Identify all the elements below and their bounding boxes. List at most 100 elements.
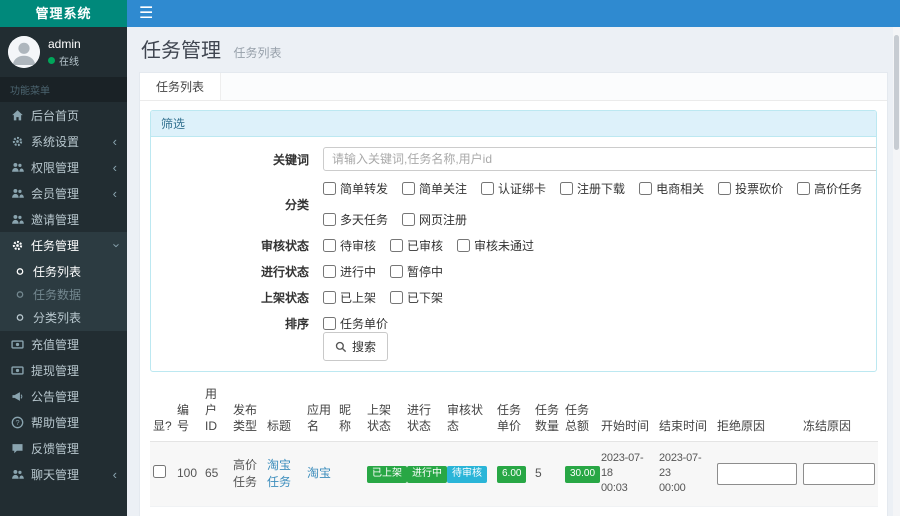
hamburger-menu-icon[interactable]: ☰ (127, 5, 165, 22)
scrollbar-thumb[interactable] (894, 35, 899, 150)
user-panel: admin 在线 (0, 27, 127, 77)
filter-option[interactable]: 已上架 (323, 289, 376, 306)
sidebar-item[interactable]: 邀请管理 (0, 206, 127, 232)
filter-option-checkbox[interactable] (390, 239, 404, 252)
total-amount-badge: 30.00 (565, 466, 601, 483)
filter-option-checkbox[interactable] (639, 182, 653, 195)
filter-option-checkbox[interactable] (390, 265, 404, 278)
circle-o-icon (14, 265, 26, 278)
sidebar-item[interactable]: 公告管理 (0, 383, 127, 409)
search-row: 搜索 (161, 332, 866, 361)
filter-option-checkbox[interactable] (390, 291, 404, 304)
svg-text:?: ? (15, 418, 19, 427)
tab-bar: 任务列表 (140, 73, 887, 101)
filter-option[interactable]: 认证绑卡 (481, 180, 546, 197)
sidebar-item[interactable]: 反馈管理 (0, 435, 127, 461)
filter-option[interactable]: 任务单价 (323, 315, 388, 332)
filter-option[interactable]: 已下架 (390, 289, 443, 306)
cell-publish-type: 多天任务 (230, 505, 264, 516)
sidebar-subitem[interactable]: 任务列表 (0, 260, 127, 283)
filter-option[interactable]: 电商相关 (639, 180, 704, 197)
filter-option-checkbox[interactable] (560, 182, 574, 195)
sidebar-item[interactable]: 后台首页 (0, 102, 127, 128)
chevron-down-icon: ‹ (107, 242, 123, 248)
filter-option[interactable]: 注册下载 (560, 180, 625, 197)
column-header: 上架状态 (364, 382, 404, 442)
filter-option-checkbox[interactable] (323, 317, 336, 330)
search-button[interactable]: 搜索 (323, 332, 389, 361)
filter-row: 上架状态 已上架 已下架 (161, 289, 866, 306)
app-window: 管理系统 admin 在线 功能菜单 后台首页 系统设置 ‹ 权限管理 ‹ 会员管理 ‹ 邀请… (0, 0, 900, 516)
freeze-reason-input[interactable] (803, 462, 875, 485)
filter-option-label: 注册下载 (577, 182, 626, 196)
sidebar-item-label: 系统设置 (31, 134, 80, 149)
filter-option[interactable]: 高价任务 (797, 180, 862, 197)
filter-option-checkbox[interactable] (797, 182, 811, 195)
app-name-link[interactable]: 淘宝 (307, 466, 331, 480)
filter-option[interactable]: 简单转发 (323, 180, 388, 197)
filter-option-checkbox[interactable] (718, 182, 732, 195)
filter-option[interactable]: 审核未通过 (457, 237, 534, 254)
filter-option-checkbox[interactable] (323, 182, 336, 195)
chevron-left-icon: ‹ (112, 133, 117, 149)
cell-quantity: 10 (532, 505, 562, 516)
column-header: 任务单价 (494, 382, 532, 442)
column-header: 任务数量 (532, 382, 562, 442)
filter-option[interactable]: 简单关注 (402, 180, 467, 197)
filter-option-checkbox[interactable] (323, 265, 336, 278)
table-header-row: 显? 编号 用户ID 发布类型 标题 应用名 昵称 上架状态 进行状态 审核状态 任务单价 任务数量任… (150, 382, 878, 442)
filter-option[interactable]: 已审核 (390, 237, 443, 254)
keyword-input[interactable] (323, 147, 876, 171)
bullhorn-icon (10, 390, 24, 403)
gear-icon (10, 239, 24, 252)
filter-option-checkbox[interactable] (323, 213, 336, 226)
audit-status-badge: 待审核 (447, 466, 487, 483)
sidebar-item[interactable]: 会员管理 ‹ (0, 180, 127, 206)
sidebar-subitem-label: 分类列表 (33, 311, 82, 325)
filter-option[interactable]: 多天任务 (323, 211, 388, 228)
filter-option[interactable]: 进行中 (323, 263, 376, 280)
reject-reason-input[interactable] (717, 462, 797, 485)
sidebar-item[interactable]: 聊天管理 ‹ (0, 461, 127, 487)
row-select-checkbox[interactable] (153, 464, 166, 478)
sidebar-item[interactable]: 系统设置 ‹ (0, 128, 127, 154)
task-row: 100 65 高价任务 淘宝任务 淘宝 已上架 进行中 待审核 6.00 5 30.00 2023-0… (150, 440, 878, 507)
task-title-link[interactable]: 淘宝任务 (267, 458, 291, 489)
gear-icon (10, 135, 24, 148)
sidebar: 管理系统 admin 在线 功能菜单 后台首页 系统设置 ‹ 权限管理 ‹ 会员管理 ‹ 邀请… (0, 0, 127, 516)
filter-option-checkbox[interactable] (402, 213, 416, 226)
sidebar-item[interactable]: 权限管理 ‹ (0, 154, 127, 180)
filter-option[interactable]: 待审核 (323, 237, 376, 254)
sidebar-item[interactable]: 充值管理 (0, 331, 127, 357)
sidebar-item[interactable]: 提现管理 (0, 357, 127, 383)
sidebar-subitem-label: 任务数据 (33, 288, 82, 302)
filter-option[interactable]: 暂停中 (390, 263, 443, 280)
filter-option-checkbox[interactable] (323, 239, 336, 252)
filter-option-checkbox[interactable] (481, 182, 495, 195)
run-status-badge: 进行中 (407, 466, 447, 483)
sidebar-subitem[interactable]: 任务数据 (0, 283, 127, 306)
task-row: 9865多天任务1111已上架进行中待审核3.001030.002023-07-… (150, 505, 878, 516)
cell-end-time: 2023-07-23 00:00 (656, 440, 714, 507)
circle-o-icon (14, 311, 26, 324)
filter-panel-title: 筛选 (151, 111, 876, 137)
column-header: 拒绝原因 (714, 382, 800, 442)
chevron-left-icon: ‹ (112, 159, 117, 175)
filter-option-checkbox[interactable] (402, 182, 416, 195)
filter-option[interactable]: 网页注册 (402, 211, 467, 228)
sidebar-item[interactable]: ? 帮助管理 (0, 409, 127, 435)
tab-task-list[interactable]: 任务列表 (140, 73, 222, 100)
filter-row: 分类 简单转发 简单关注 认证绑卡 注册下载 电商相关 投票砍价 高价任务 多天任务 网页注册 (161, 180, 866, 228)
vertical-scrollbar (893, 27, 900, 516)
sidebar-item-label: 后台首页 (31, 108, 80, 123)
sidebar-subitem[interactable]: 分类列表 (0, 306, 127, 329)
sidebar-item[interactable]: 任务管理 ‹ (0, 232, 127, 258)
unit-price-badge: 6.00 (497, 466, 527, 483)
cell-nickname (336, 440, 364, 507)
filter-row: 审核状态 待审核 已审核 审核未通过 (161, 237, 866, 254)
main-area: ☰ 任务管理 任务列表 任务列表 筛选 关键词 请输入关键词,任务名称,用户id… (127, 0, 900, 516)
filter-option-checkbox[interactable] (457, 239, 471, 252)
filter-option[interactable]: 投票砍价 (718, 180, 783, 197)
column-header: 开始时间 (598, 382, 656, 442)
filter-option-checkbox[interactable] (323, 291, 336, 304)
